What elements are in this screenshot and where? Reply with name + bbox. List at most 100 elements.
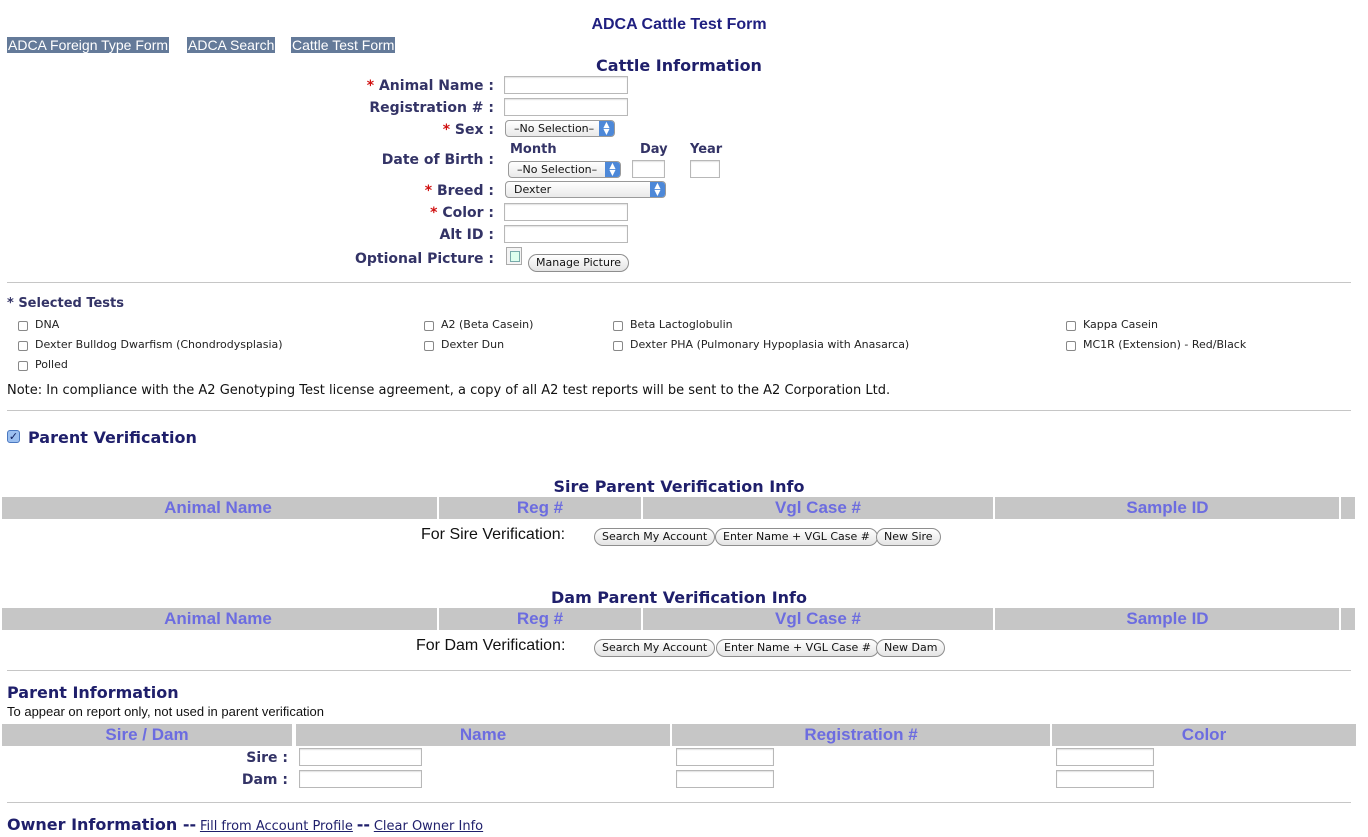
- dam-verification-title: Dam Parent Verification Info: [550, 588, 808, 607]
- breed-select[interactable]: Dexter ▲ ▼: [505, 181, 666, 198]
- test-checkbox-kappa-casein[interactable]: [1066, 321, 1076, 331]
- a2-license-note: Note: In compliance with the A2 Genotypi…: [7, 383, 891, 398]
- sire-registration-input[interactable]: [676, 748, 774, 766]
- sire-verification-title: Sire Parent Verification Info: [553, 477, 805, 496]
- test-checkbox-bulldog-dwarfism[interactable]: [18, 341, 28, 351]
- required-mark: *: [366, 78, 375, 94]
- page-title: ADCA Cattle Test Form: [591, 16, 767, 33]
- new-sire-button[interactable]: New Sire: [876, 528, 941, 546]
- dob-month-value: –No Selection–: [517, 163, 598, 176]
- owner-separator: --: [356, 815, 370, 834]
- test-label-dexter-pha: Dexter PHA (Pulmonary Hypoplasia with An…: [630, 338, 910, 351]
- dam-col-sample-id: Sample ID: [993, 608, 1340, 630]
- dam-col-animal-name: Animal Name: [2, 608, 434, 630]
- test-label-beta-lactoglobulin: Beta Lactoglobulin: [630, 318, 733, 331]
- breed-label: * Breed :: [294, 183, 494, 199]
- registration-input[interactable]: [504, 98, 628, 116]
- required-mark: *: [442, 122, 451, 138]
- sex-label-text: Sex :: [454, 122, 494, 138]
- divider: [7, 802, 1351, 803]
- dam-search-account-button[interactable]: Search My Account: [594, 639, 716, 657]
- clear-owner-info-link[interactable]: Clear Owner Info: [374, 819, 483, 834]
- divider: [7, 282, 1351, 283]
- parent-col-registration: Registration #: [670, 724, 1050, 746]
- test-label-kappa-casein: Kappa Casein: [1083, 318, 1158, 331]
- animal-name-label: * Animal Name :: [294, 78, 494, 94]
- parent-col-color: Color: [1050, 724, 1356, 746]
- parent-info-subtitle: To appear on report only, not used in pa…: [7, 704, 325, 719]
- dob-label: Date of Birth :: [381, 152, 494, 168]
- new-dam-button[interactable]: New Dam: [876, 639, 946, 657]
- select-arrows-icon: ▲ ▼: [650, 182, 665, 197]
- nav-link-cattle-test-form[interactable]: Cattle Test Form: [291, 37, 396, 53]
- divider: [7, 670, 1351, 671]
- sire-enter-name-vgl-button[interactable]: Enter Name + VGL Case #: [715, 528, 878, 546]
- color-label: * Color :: [294, 205, 494, 221]
- divider: [7, 410, 1351, 411]
- dam-col-extra: [1339, 608, 1355, 630]
- test-label-mc1r: MC1R (Extension) - Red/Black: [1083, 338, 1247, 351]
- dob-year-input[interactable]: [690, 160, 720, 178]
- sex-select[interactable]: –No Selection– ▲ ▼: [505, 120, 615, 137]
- dam-name-input[interactable]: [299, 770, 422, 788]
- manage-picture-button[interactable]: Manage Picture: [528, 254, 630, 272]
- registration-label: Registration # :: [369, 100, 494, 116]
- parent-verification-checkbox[interactable]: ✓: [7, 430, 20, 443]
- select-arrows-icon: ▲ ▼: [599, 121, 614, 136]
- animal-name-input[interactable]: [504, 76, 628, 94]
- test-label-a2: A2 (Beta Casein): [441, 318, 534, 331]
- test-checkbox-mc1r[interactable]: [1066, 341, 1076, 351]
- sex-select-value: –No Selection–: [514, 122, 595, 135]
- select-arrows-icon: ▲ ▼: [605, 162, 620, 177]
- animal-name-label-text: Animal Name :: [378, 78, 494, 94]
- dam-enter-name-vgl-button[interactable]: Enter Name + VGL Case #: [716, 639, 879, 657]
- dam-registration-input[interactable]: [676, 770, 774, 788]
- sire-col-reg: Reg #: [437, 497, 641, 519]
- parent-info-title: Parent Information: [7, 683, 179, 702]
- owner-info-row: Owner Information -- Fill from Account P…: [7, 815, 483, 834]
- picture-label: Optional Picture :: [354, 251, 494, 267]
- parent-verification-label: Parent Verification: [28, 428, 197, 447]
- test-checkbox-dna[interactable]: [18, 321, 28, 331]
- dam-col-vgl-case: Vgl Case #: [641, 608, 993, 630]
- dob-day-label: Day: [640, 142, 668, 157]
- test-checkbox-dexter-dun[interactable]: [424, 341, 434, 351]
- breed-label-text: Breed :: [436, 183, 494, 199]
- test-checkbox-dexter-pha[interactable]: [613, 341, 623, 351]
- dam-verification-prompt: For Dam Verification:: [416, 637, 566, 654]
- dob-year-label: Year: [690, 142, 723, 157]
- selected-tests-title: * Selected Tests: [7, 296, 124, 311]
- broken-image-icon: [506, 247, 522, 265]
- dob-day-input[interactable]: [632, 160, 665, 178]
- sire-col-extra: [1339, 497, 1355, 519]
- sire-verification-prompt: For Sire Verification:: [421, 526, 566, 543]
- dam-color-input[interactable]: [1056, 770, 1154, 788]
- test-checkbox-beta-lactoglobulin[interactable]: [613, 321, 623, 331]
- cattle-info-title: Cattle Information: [596, 56, 762, 75]
- parent-col-name: Name: [294, 724, 670, 746]
- sire-row-label: Sire :: [246, 750, 288, 766]
- sire-col-vgl-case: Vgl Case #: [641, 497, 993, 519]
- altid-input[interactable]: [504, 225, 628, 243]
- sire-search-account-button[interactable]: Search My Account: [594, 528, 716, 546]
- required-mark: *: [424, 183, 433, 199]
- nav-link-adca-search[interactable]: ADCA Search: [187, 37, 276, 53]
- sire-col-sample-id: Sample ID: [993, 497, 1340, 519]
- test-checkbox-polled[interactable]: [18, 361, 28, 371]
- altid-label: Alt ID :: [439, 227, 494, 243]
- nav-link-foreign-type-form[interactable]: ADCA Foreign Type Form: [7, 37, 170, 53]
- dob-month-label: Month: [510, 142, 557, 157]
- sex-label: * Sex :: [294, 122, 494, 138]
- owner-info-title: Owner Information --: [7, 815, 197, 834]
- test-label-polled: Polled: [35, 358, 68, 371]
- breed-select-value: Dexter: [514, 183, 552, 196]
- required-mark: *: [430, 205, 438, 221]
- test-label-bulldog-dwarfism: Dexter Bulldog Dwarfism (Chondrodysplasi…: [35, 338, 283, 351]
- sire-name-input[interactable]: [299, 748, 422, 766]
- dob-month-select[interactable]: –No Selection– ▲ ▼: [508, 161, 621, 178]
- sire-color-input[interactable]: [1056, 748, 1154, 766]
- color-input[interactable]: [504, 203, 628, 221]
- dam-col-reg: Reg #: [437, 608, 641, 630]
- fill-from-profile-link[interactable]: Fill from Account Profile: [200, 819, 353, 834]
- test-checkbox-a2[interactable]: [424, 321, 434, 331]
